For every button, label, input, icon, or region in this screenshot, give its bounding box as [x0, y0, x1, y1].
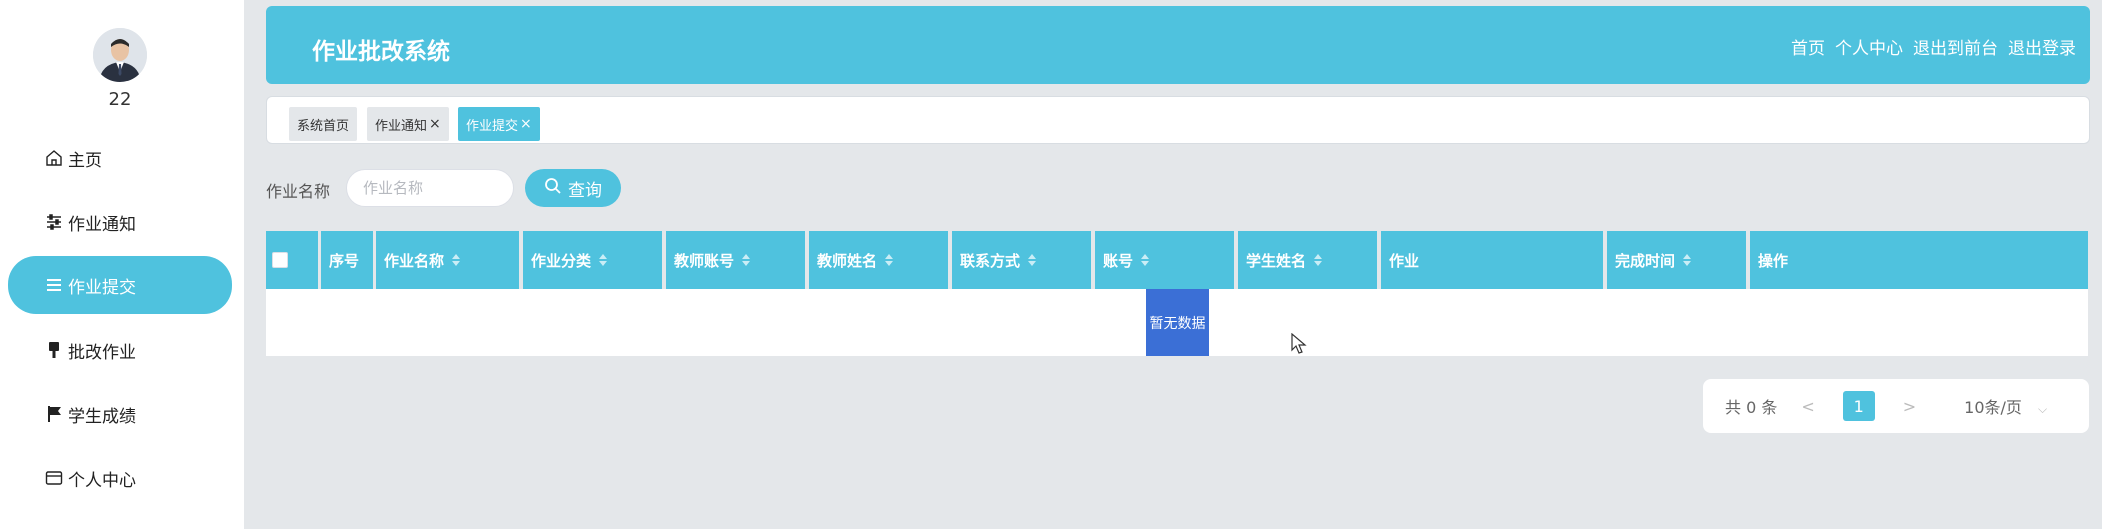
column-header-contact[interactable]: 联系方式 — [952, 231, 1091, 289]
column-header-select-all[interactable] — [266, 231, 318, 289]
search-button[interactable]: 查询 — [525, 169, 621, 207]
column-label: 序号 — [329, 251, 360, 270]
next-page-button[interactable]: > — [1903, 397, 1916, 416]
home-icon — [44, 148, 64, 168]
sidebar: 22 主页 作业通知 作业提交 批改作业 学生成绩 个人中心 — [0, 0, 244, 529]
homework-name-search-input[interactable] — [346, 169, 514, 207]
column-header-actions: 操作 — [1750, 231, 2088, 289]
column-label: 教师姓名 — [817, 251, 878, 270]
sliders-icon — [44, 212, 64, 232]
column-label: 教师账号 — [674, 251, 735, 270]
nav-exit-to-front-link[interactable]: 退出到前台 — [1913, 34, 1998, 59]
column-label: 作业分类 — [531, 251, 592, 270]
sidebar-item-label: 个人中心 — [68, 470, 136, 491]
sidebar-item-label: 批改作业 — [68, 342, 136, 363]
sidebar-item-label: 作业通知 — [68, 214, 136, 235]
top-header: 作业批改系统 首页 个人中心 退出到前台 退出登录 — [266, 6, 2090, 84]
tab-label: 作业提交 — [466, 118, 519, 134]
tab-label: 系统首页 — [297, 118, 350, 134]
column-header-completion-time[interactable]: 完成时间 — [1607, 231, 1746, 289]
sort-icon[interactable] — [742, 254, 751, 266]
prev-page-button[interactable]: < — [1801, 397, 1814, 416]
pagination: 共 0 条 < 1 > 10条/页 ⌵ — [1703, 379, 2089, 433]
column-label: 完成时间 — [1615, 251, 1676, 270]
tab-homework-submit[interactable]: 作业提交 × — [458, 107, 540, 141]
empty-state-text: 暂无数据 — [1146, 289, 1209, 356]
search-label: 作业名称 — [266, 182, 331, 201]
column-label: 操作 — [1758, 251, 1789, 270]
close-icon[interactable]: × — [520, 116, 532, 132]
flag-icon — [44, 404, 64, 424]
username: 22 — [108, 89, 132, 110]
pagination-total: 共 0 条 — [1725, 398, 1778, 417]
sidebar-item-label: 学生成绩 — [68, 406, 136, 427]
select-all-checkbox[interactable] — [272, 252, 288, 268]
sidebar-item-label: 作业提交 — [68, 277, 136, 298]
column-label: 账号 — [1103, 251, 1134, 270]
column-header-student-name[interactable]: 学生姓名 — [1238, 231, 1377, 289]
app-title: 作业批改系统 — [312, 39, 450, 65]
search-icon — [544, 177, 562, 200]
page-size-select[interactable]: 10条/页 ⌵ — [1964, 394, 2047, 418]
column-label: 作业 — [1389, 251, 1420, 270]
sort-icon[interactable] — [885, 254, 894, 266]
column-header-teacher-account[interactable]: 教师账号 — [666, 231, 805, 289]
sidebar-item-home[interactable]: 主页 — [8, 129, 232, 187]
sidebar-item-grade-homework[interactable]: 批改作业 — [8, 321, 232, 379]
column-header-homework: 作业 — [1381, 231, 1603, 289]
sidebar-item-student-scores[interactable]: 学生成绩 — [8, 385, 232, 443]
table-header: 序号 作业名称 作业分类 教师账号 教师姓名 联系方式 账号 学生姓名 作业 完… — [266, 231, 2088, 289]
sort-icon[interactable] — [1314, 254, 1323, 266]
nav-home-link[interactable]: 首页 — [1791, 34, 1825, 59]
tab-system-home[interactable]: 系统首页 — [289, 107, 358, 141]
list-icon — [44, 275, 64, 295]
column-label: 作业名称 — [384, 251, 445, 270]
table-body: 暂无数据 — [266, 289, 2088, 356]
page-number-button[interactable]: 1 — [1842, 391, 1875, 421]
brush-icon — [44, 340, 64, 360]
column-header-homework-name[interactable]: 作业名称 — [376, 231, 519, 289]
sidebar-item-homework-notice[interactable]: 作业通知 — [8, 193, 232, 251]
column-header-homework-category[interactable]: 作业分类 — [523, 231, 662, 289]
sort-icon[interactable] — [452, 254, 461, 266]
sort-icon[interactable] — [599, 254, 608, 266]
sidebar-item-homework-submit[interactable]: 作业提交 — [8, 256, 232, 314]
tab-label: 作业通知 — [375, 118, 428, 134]
header-nav: 首页 个人中心 退出到前台 退出登录 — [1791, 34, 2076, 59]
nav-personal-center-link[interactable]: 个人中心 — [1835, 34, 1903, 59]
sort-icon[interactable] — [1683, 254, 1692, 266]
search-button-label: 查询 — [568, 180, 602, 201]
sidebar-item-personal-center[interactable]: 个人中心 — [8, 449, 232, 507]
sidebar-item-label: 主页 — [68, 150, 102, 171]
sort-icon[interactable] — [1141, 254, 1150, 266]
avatar[interactable] — [93, 28, 147, 82]
nav-logout-link[interactable]: 退出登录 — [2008, 34, 2076, 59]
column-header-account[interactable]: 账号 — [1095, 231, 1234, 289]
sort-icon[interactable] — [1028, 254, 1037, 266]
column-label: 学生姓名 — [1246, 251, 1307, 270]
mouse-cursor-icon — [1291, 332, 1307, 359]
column-label: 联系方式 — [960, 251, 1021, 270]
chevron-down-icon: ⌵ — [2037, 402, 2048, 416]
page-size-label: 10条/页 — [1964, 398, 2022, 417]
tab-homework-notice[interactable]: 作业通知 × — [367, 107, 449, 141]
card-icon — [44, 468, 64, 488]
column-header-index: 序号 — [321, 231, 373, 289]
close-icon[interactable]: × — [429, 116, 441, 132]
tab-bar: 系统首页 作业通知 × 作业提交 × — [266, 96, 2090, 144]
column-header-teacher-name[interactable]: 教师姓名 — [809, 231, 948, 289]
